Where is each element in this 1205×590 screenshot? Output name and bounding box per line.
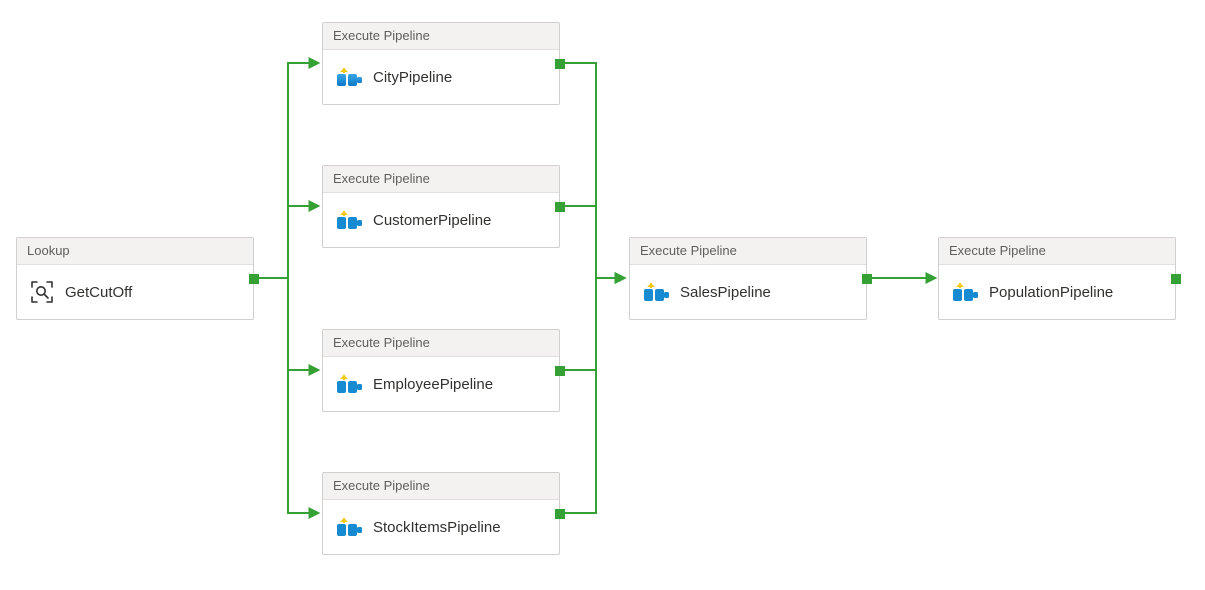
activity-lookup[interactable]: Lookup GetCutOff — [16, 237, 254, 320]
success-port[interactable] — [555, 366, 565, 376]
activity-header: Lookup — [17, 238, 253, 265]
activity-type-label: Execute Pipeline — [333, 28, 430, 43]
pipeline-icon — [335, 65, 363, 89]
pipeline-icon — [335, 515, 363, 539]
activity-type-label: Execute Pipeline — [333, 171, 430, 186]
activity-header: Execute Pipeline — [323, 23, 559, 50]
activity-type-label: Execute Pipeline — [333, 478, 430, 493]
activity-name: StockItemsPipeline — [373, 519, 501, 536]
activity-type-label: Execute Pipeline — [949, 243, 1046, 258]
activity-header: Execute Pipeline — [939, 238, 1175, 265]
pipeline-icon — [642, 280, 670, 304]
activity-execute-customer[interactable]: Execute Pipeline CustomerPipeline — [322, 165, 560, 248]
activity-execute-city[interactable]: Execute Pipeline CityPipeline — [322, 22, 560, 105]
success-port[interactable] — [1171, 274, 1181, 284]
activity-header: Execute Pipeline — [323, 166, 559, 193]
activity-execute-sales[interactable]: Execute Pipeline SalesPipeline — [629, 237, 867, 320]
activity-type-label: Execute Pipeline — [333, 335, 430, 350]
pipeline-icon — [951, 280, 979, 304]
activity-name: PopulationPipeline — [989, 284, 1113, 301]
pipeline-canvas[interactable]: Lookup GetCutOff Exec — [0, 0, 1205, 590]
activity-header: Execute Pipeline — [323, 330, 559, 357]
activity-type-label: Execute Pipeline — [640, 243, 737, 258]
activity-execute-population[interactable]: Execute Pipeline PopulationPipeline — [938, 237, 1176, 320]
activity-name: GetCutOff — [65, 284, 132, 301]
activity-name: CityPipeline — [373, 69, 452, 86]
lookup-icon — [29, 279, 55, 305]
success-port[interactable] — [862, 274, 872, 284]
activity-execute-employee[interactable]: Execute Pipeline EmployeePipeline — [322, 329, 560, 412]
success-port[interactable] — [555, 202, 565, 212]
success-port[interactable] — [555, 509, 565, 519]
activity-name: SalesPipeline — [680, 284, 771, 301]
activity-execute-stockitems[interactable]: Execute Pipeline StockItemsPipeline — [322, 472, 560, 555]
success-port[interactable] — [249, 274, 259, 284]
activity-name: CustomerPipeline — [373, 212, 491, 229]
activity-type-label: Lookup — [27, 243, 70, 258]
activity-name: EmployeePipeline — [373, 376, 493, 393]
pipeline-icon — [335, 372, 363, 396]
activity-header: Execute Pipeline — [630, 238, 866, 265]
activity-header: Execute Pipeline — [323, 473, 559, 500]
pipeline-icon — [335, 208, 363, 232]
success-port[interactable] — [555, 59, 565, 69]
